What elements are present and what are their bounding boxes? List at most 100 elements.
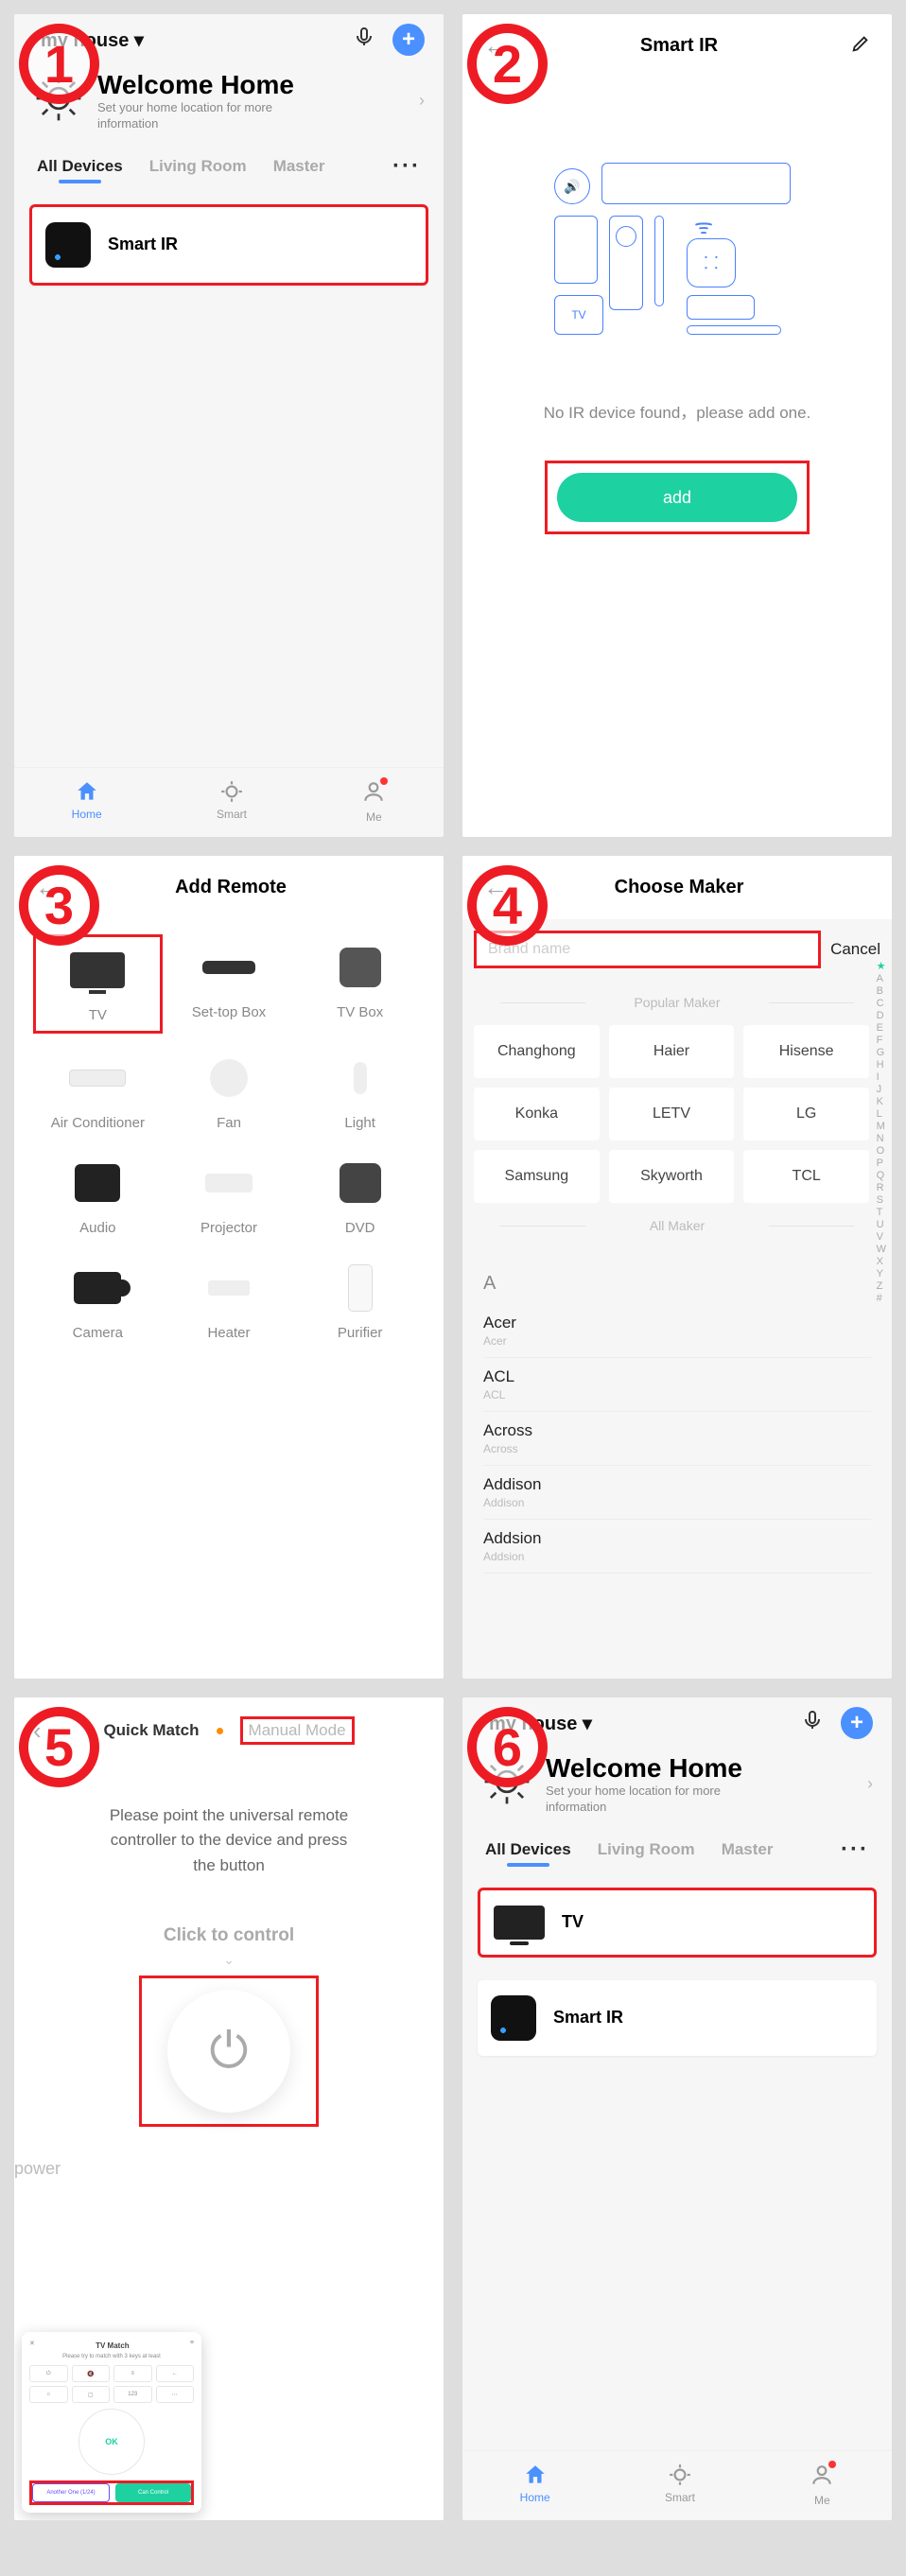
device-type-air[interactable]: Air Conditioner [37,1053,159,1131]
another-one-button[interactable]: Another One (1/24) [32,2483,110,2502]
popup-key[interactable]: ← [156,2365,195,2382]
index-letter[interactable]: E [877,1022,886,1034]
popup-close-icon[interactable]: ✕ [29,2340,35,2354]
tab-all-devices[interactable]: All Devices [485,1840,571,1859]
index-letter[interactable]: L [877,1108,886,1120]
add-button[interactable]: add [557,473,797,522]
popup-key[interactable]: ⋯ [156,2386,195,2403]
device-type-audio[interactable]: Audio [37,1157,159,1236]
index-letter[interactable]: C [877,998,886,1009]
nav-home[interactable]: Home [520,2463,550,2507]
maker-letv[interactable]: LETV [609,1088,735,1140]
tab-all-devices[interactable]: All Devices [37,157,123,176]
device-type-light[interactable]: Light [299,1053,421,1131]
microphone-icon[interactable] [801,1709,824,1737]
index-letter[interactable]: # [877,1293,886,1304]
device-type-projector[interactable]: Projector [168,1157,290,1236]
maker-haier[interactable]: Haier [609,1025,735,1078]
popup-key[interactable]: ▢ [72,2386,111,2403]
can-control-button[interactable]: Can Control [115,2483,191,2502]
maker-row-across[interactable]: AcrossAcross [483,1412,871,1466]
nav-me[interactable]: Me [810,2463,834,2507]
index-letter[interactable]: H [877,1059,886,1070]
more-tabs-icon[interactable]: ··· [841,1836,869,1863]
device-type-dvd[interactable]: DVD [299,1157,421,1236]
popup-key[interactable]: 🔇 [72,2365,111,2382]
maker-hisense[interactable]: Hisense [743,1025,869,1078]
tab-living-room[interactable]: Living Room [598,1840,695,1859]
maker-row-acl[interactable]: ACLACL [483,1358,871,1412]
index-letter[interactable]: I [877,1071,886,1083]
alphabet-index[interactable]: ★ABCDEFGHIJKLMNOPQRSTUVWXYZ# [877,960,886,1304]
more-tabs-icon[interactable]: ··· [392,153,421,180]
tab-living-room[interactable]: Living Room [149,157,247,176]
maker-skyworth[interactable]: Skyworth [609,1150,735,1203]
maker-row-acer[interactable]: AcerAcer [483,1304,871,1358]
index-letter[interactable]: V [877,1231,886,1243]
index-letter[interactable]: O [877,1145,886,1157]
power-control[interactable]: ⏻ [139,1976,319,2127]
device-type-tv[interactable]: TV [33,934,163,1034]
index-letter[interactable]: U [877,1219,886,1230]
index-letter[interactable]: S [877,1194,886,1206]
device-type-heater[interactable]: Heater [168,1262,290,1341]
maker-row-addison[interactable]: AddisonAddison [483,1466,871,1520]
nav-home[interactable]: Home [72,779,102,824]
nav-me[interactable]: Me [361,779,386,824]
index-letter[interactable]: X [877,1256,886,1267]
index-letter[interactable]: G [877,1047,886,1058]
maker-changhong[interactable]: Changhong [474,1025,600,1078]
popup-ok-wheel[interactable]: OK [78,2409,145,2475]
index-letter[interactable]: Q [877,1170,886,1181]
smart-ir-icon [45,222,91,268]
maker-tcl[interactable]: TCL [743,1150,869,1203]
nav-smart[interactable]: Smart [665,2463,695,2507]
popup-key[interactable]: 123 [113,2386,152,2403]
maker-samsung[interactable]: Samsung [474,1150,600,1203]
index-letter[interactable]: ★ [877,960,886,972]
index-letter[interactable]: A [877,973,886,984]
device-type-settop[interactable]: Set-top Box [168,942,290,1026]
add-button[interactable]: + [841,1707,873,1739]
index-letter[interactable]: P [877,1157,886,1169]
page-title: Add Remote [175,877,287,898]
maker-row-addsion[interactable]: AddsionAddsion [483,1520,871,1574]
index-letter[interactable]: K [877,1096,886,1107]
device-type-fan[interactable]: Fan [168,1053,290,1131]
popup-key[interactable]: ⏻ [29,2365,68,2382]
index-letter[interactable]: F [877,1035,886,1046]
tab-master[interactable]: Master [722,1840,774,1859]
device-type-purifier[interactable]: Purifier [299,1262,421,1341]
popup-menu-icon[interactable]: ≡ [190,2340,194,2354]
tab-manual-mode[interactable]: Manual Mode [240,1716,355,1745]
popup-key[interactable]: ⌂ [29,2386,68,2403]
device-card-smart-ir[interactable]: Smart IR [29,204,428,286]
index-letter[interactable]: Z [877,1280,886,1292]
device-type-tvbox[interactable]: TV Box [299,942,421,1026]
index-letter[interactable]: W [877,1244,886,1255]
maker-lg[interactable]: LG [743,1088,869,1140]
tab-quick-match[interactable]: Quick Match [103,1721,199,1740]
microphone-icon[interactable] [353,26,375,54]
index-letter[interactable]: J [877,1084,886,1095]
nav-smart[interactable]: Smart [217,779,247,824]
index-letter[interactable]: D [877,1010,886,1021]
index-letter[interactable]: M [877,1121,886,1132]
index-letter[interactable]: R [877,1182,886,1193]
device-card-smart-ir[interactable]: Smart IR [478,1980,877,2056]
device-card-tv[interactable]: TV [478,1888,877,1958]
step-badge-3: 3 [19,865,99,946]
edit-icon[interactable] [850,33,871,60]
add-button[interactable]: + [392,24,425,56]
tab-master[interactable]: Master [273,157,325,176]
index-letter[interactable]: T [877,1207,886,1218]
popup-key[interactable]: ≡ [113,2365,152,2382]
device-type-camera[interactable]: Camera [37,1262,159,1341]
maker-konka[interactable]: Konka [474,1088,600,1140]
index-letter[interactable]: N [877,1133,886,1144]
illu-ac-icon [601,163,791,204]
index-letter[interactable]: B [877,985,886,997]
power-button[interactable]: ⏻ [167,1990,290,2113]
cancel-button[interactable]: Cancel [830,940,880,959]
index-letter[interactable]: Y [877,1268,886,1279]
